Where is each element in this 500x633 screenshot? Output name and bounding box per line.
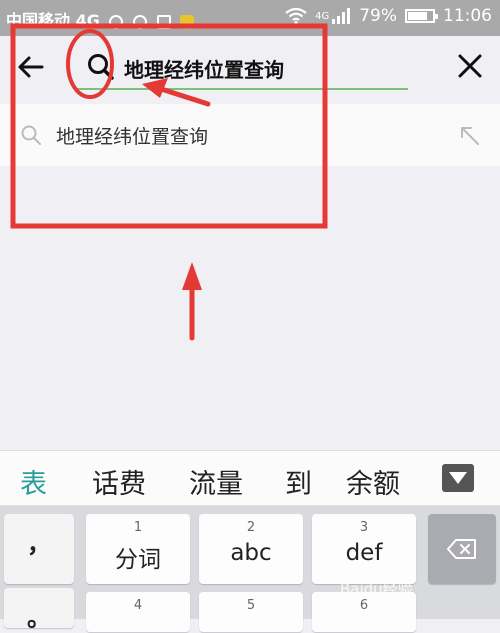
key-5[interactable]: 5	[199, 592, 303, 632]
key-period[interactable]: 。	[4, 588, 74, 632]
status-right: 4G 79% 11:06	[285, 6, 492, 26]
watermark: Baidu经验	[340, 580, 413, 598]
fill-arrow-icon[interactable]	[458, 124, 482, 148]
backspace-icon	[447, 539, 476, 559]
suggestion-item[interactable]: 地理经纬位置查询	[0, 104, 500, 166]
signal-icon	[332, 8, 351, 24]
clock: 11:06	[443, 6, 492, 26]
key-4[interactable]: 4	[86, 592, 190, 632]
candidate-bar: 表 话费 流量 到 余额	[0, 450, 500, 506]
close-icon[interactable]	[456, 52, 484, 80]
shield-icon	[180, 15, 195, 29]
keyboard: ， 。 1 分词 2 abc 3 def 4 5 6	[0, 506, 500, 632]
location-icon	[133, 15, 147, 29]
candidate-5[interactable]: 余额	[346, 462, 400, 501]
status-bar: 中国移动 4G 4G 79% 11:06	[0, 0, 500, 36]
delete-key[interactable]	[428, 514, 496, 584]
annotation-arrowhead-up	[182, 262, 202, 290]
key-comma[interactable]: ，	[4, 514, 74, 584]
battery-percent: 79%	[359, 6, 397, 26]
network-type-label: 4G	[315, 10, 330, 22]
sync-icon	[109, 15, 124, 29]
key-1[interactable]: 1 分词	[86, 514, 190, 584]
battery-icon	[405, 9, 438, 23]
search-input[interactable]: 地理经纬位置查询	[124, 54, 284, 83]
image-icon	[156, 15, 171, 29]
collapse-keyboard-button[interactable]	[442, 464, 474, 492]
carrier-label: 中国移动 4G	[6, 11, 100, 30]
search-icon[interactable]	[86, 52, 116, 82]
status-left: 中国移动 4G	[6, 7, 195, 31]
back-arrow-icon[interactable]	[18, 54, 44, 85]
search-input-underline	[76, 88, 408, 90]
key-3[interactable]: 3 def	[312, 514, 416, 584]
wifi-icon	[285, 8, 307, 24]
chevron-down-icon	[449, 472, 467, 484]
suggestion-text: 地理经纬位置查询	[56, 126, 209, 148]
candidate-1[interactable]: 表	[20, 462, 47, 501]
candidate-2[interactable]: 话费	[92, 462, 146, 501]
search-bar: 地理经纬位置查询	[0, 36, 500, 100]
key-2[interactable]: 2 abc	[199, 514, 303, 584]
candidate-4[interactable]: 到	[285, 462, 312, 501]
battery-fill	[408, 12, 427, 20]
search-icon	[21, 125, 41, 145]
candidate-3[interactable]: 流量	[189, 462, 243, 501]
